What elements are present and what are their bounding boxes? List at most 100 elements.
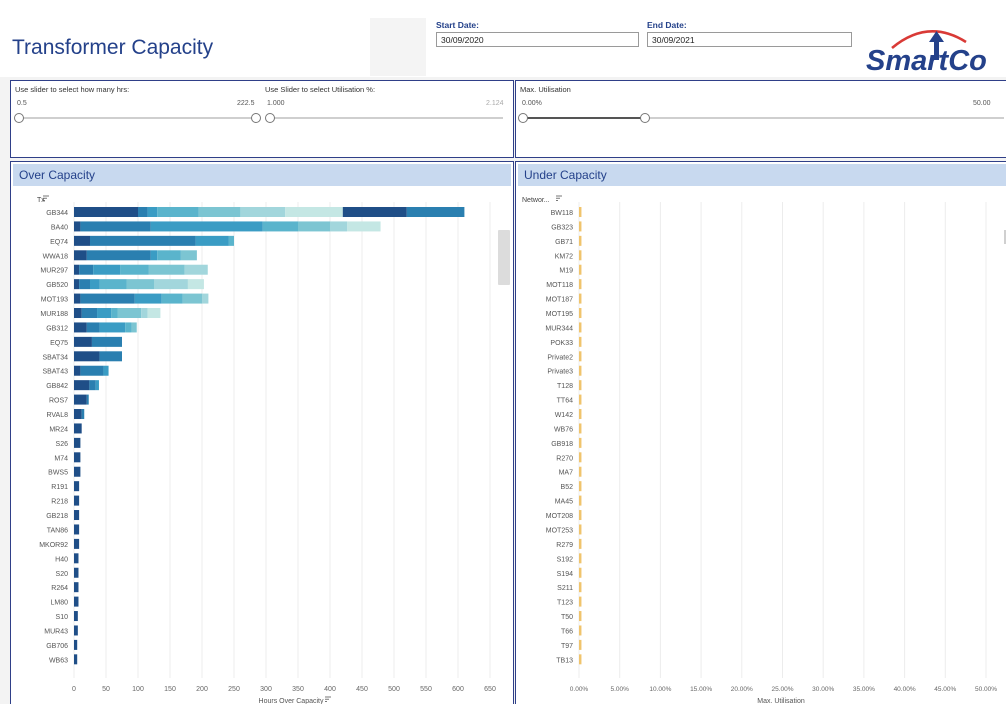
- bar-segment: [131, 322, 137, 333]
- y-category-label: S211: [557, 585, 573, 592]
- y-category-label: LM80: [50, 600, 68, 607]
- end-date-input[interactable]: 30/09/2021: [647, 32, 852, 47]
- report-header: Transformer Capacity Start Date: 30/09/2…: [0, 0, 1006, 77]
- bar-segment: [81, 409, 85, 420]
- y-category-label: S192: [557, 556, 573, 563]
- x-tick-label: 500: [388, 686, 400, 693]
- y-category-label: W142: [555, 412, 573, 419]
- bar: [579, 654, 582, 665]
- y-category-label: T123: [557, 600, 573, 607]
- bar: [579, 538, 582, 549]
- x-tick-label: 300: [260, 686, 272, 693]
- over-capacity-title: Over Capacity: [19, 168, 96, 182]
- bar-segment: [74, 279, 80, 290]
- bar-segment: [99, 351, 122, 362]
- y-category-label: R264: [51, 585, 68, 592]
- x-tick-label: 20.00%: [731, 686, 753, 693]
- y-category-label: GB344: [46, 210, 68, 217]
- util-slider-min: 1.000: [267, 100, 285, 107]
- start-date-input[interactable]: 30/09/2020: [436, 32, 639, 47]
- maxutil-slider-title: Max. Utilisation: [520, 85, 571, 94]
- y-category-label: T66: [561, 628, 573, 635]
- page-title: Transformer Capacity: [12, 36, 214, 59]
- bar: [579, 495, 582, 506]
- bar: [579, 380, 582, 391]
- y-category-label: GB218: [46, 513, 68, 520]
- bar-segment: [80, 365, 104, 376]
- bar: [579, 250, 582, 261]
- x-tick-label: 550: [420, 686, 432, 693]
- y-category-label: GB71: [555, 239, 573, 246]
- bar-segment: [74, 207, 138, 217]
- maxutil-slider-min-handle[interactable]: [518, 113, 528, 123]
- y-category-label: MOT195: [546, 311, 573, 318]
- bar-segment: [157, 250, 181, 261]
- y-category-label: MUR344: [545, 325, 573, 332]
- bar-segment: [74, 596, 79, 607]
- bar-segment: [147, 207, 158, 217]
- x-tick-label: 0: [72, 686, 76, 693]
- bar-segment: [90, 235, 196, 246]
- y-category-label: R218: [51, 499, 68, 506]
- hours-slider-track[interactable]: [19, 117, 259, 119]
- bar-segment: [74, 250, 87, 261]
- bar-segment: [74, 336, 92, 347]
- util-slider-handle[interactable]: [265, 113, 275, 123]
- bar-segment: [99, 279, 127, 290]
- y-category-label: TAN86: [47, 527, 68, 534]
- under-capacity-chart: Networ... 0.00% 5.00% 10.00% 15.00% 20.00% 25.…: [522, 195, 1006, 704]
- y-category-label: M19: [559, 268, 573, 275]
- bar: [579, 308, 582, 319]
- under-capacity-header: Under Capacity: [518, 164, 1006, 186]
- x-tick-label: 35.00%: [853, 686, 875, 693]
- y-category-label: R270: [556, 455, 573, 462]
- bar-segment: [406, 207, 465, 217]
- y-category-label: EQ75: [50, 340, 68, 347]
- bar-segment: [111, 308, 118, 319]
- sort-icon: [325, 696, 331, 702]
- y-category-label: R279: [556, 542, 573, 549]
- y-category-label: TB13: [556, 657, 573, 664]
- util-slider-max: 2.124: [486, 100, 504, 107]
- hours-slider-min-handle[interactable]: [14, 113, 24, 123]
- bar-segment: [95, 380, 99, 391]
- scrollbar: [498, 230, 510, 285]
- util-slider-track[interactable]: [273, 117, 503, 119]
- bar-segment: [79, 279, 90, 290]
- x-tick-label: 150: [164, 686, 176, 693]
- bar-segment: [80, 221, 151, 232]
- sort-icon: [556, 195, 562, 201]
- bar-segment: [99, 322, 126, 333]
- y-category-label: MA7: [559, 470, 574, 477]
- bar: [579, 279, 582, 290]
- y-category-label: BW118: [551, 210, 574, 217]
- bar-segment: [74, 567, 79, 578]
- bar-segment: [74, 293, 81, 304]
- x-tick-label: 15.00%: [690, 686, 712, 693]
- y-category-label: GB520: [46, 282, 68, 289]
- bar-segment: [74, 351, 100, 362]
- bar: [579, 221, 582, 232]
- bar: [579, 365, 582, 376]
- bar-segment: [89, 380, 96, 391]
- y-category-label: ROS7: [49, 398, 68, 405]
- x-tick-label: 650: [484, 686, 496, 693]
- bar-segment: [90, 279, 100, 290]
- bar: [579, 351, 582, 362]
- bar-segment: [74, 235, 90, 246]
- bar-segment: [117, 308, 142, 319]
- bar-segment: [147, 308, 161, 319]
- bar: [579, 639, 582, 650]
- under-capacity-visual: Under Capacity Networ... 0.00% 5.00% 10.00%…: [515, 161, 1006, 704]
- bar: [579, 452, 582, 463]
- bar-segment: [74, 639, 78, 650]
- bar: [579, 235, 582, 246]
- y-category-label: GB323: [551, 224, 573, 231]
- bar-segment: [74, 394, 87, 405]
- bar: [579, 322, 582, 333]
- maxutil-slider-max-handle[interactable]: [640, 113, 651, 123]
- y-category-label: MOT187: [546, 297, 573, 304]
- hours-slider-max-handle[interactable]: [251, 113, 261, 123]
- y-category-label: T128: [557, 383, 573, 390]
- y-category-label: BA40: [51, 224, 68, 231]
